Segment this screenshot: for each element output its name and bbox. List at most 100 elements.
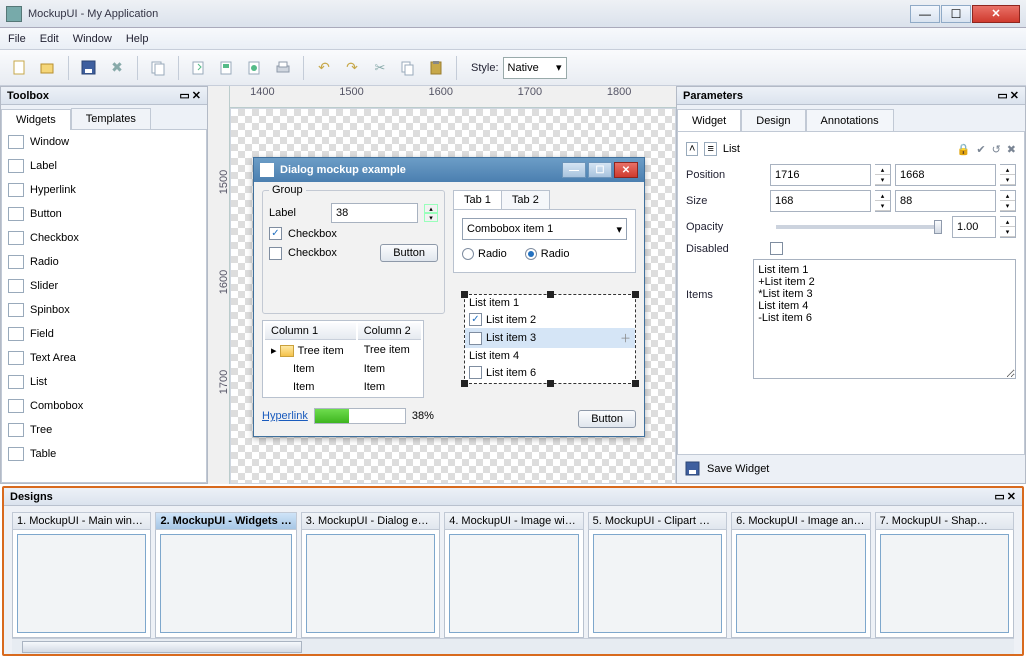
panel-close-icon[interactable]: ✕ [1010,89,1019,102]
widget-checkbox[interactable]: Checkbox [2,226,206,250]
widget-tree[interactable]: Tree [2,418,206,442]
widget-radio[interactable]: Radio [2,250,206,274]
spinbox-buttons[interactable]: ▴▾ [424,204,438,222]
design-thumb[interactable]: 2. MockupUI - Widgets … [155,512,296,638]
horizontal-scrollbar[interactable] [12,638,1014,654]
list-item[interactable]: List item 4 [465,348,635,364]
opacity-field[interactable]: 1.00 [952,216,996,238]
hyperlink[interactable]: Hyperlink [262,410,308,422]
save-icon[interactable] [77,56,101,80]
copy-page-icon[interactable] [146,56,170,80]
design-thumb[interactable]: 7. MockupUI - Shap… [875,512,1014,638]
group-button[interactable]: Button [380,244,438,262]
export-2-icon[interactable] [215,56,239,80]
menu-edit[interactable]: Edit [40,33,59,45]
opacity-spin[interactable]: ▴▾ [1000,216,1016,238]
items-textarea[interactable] [753,259,1016,379]
tab-widgets[interactable]: Widgets [1,109,71,130]
widget-label[interactable]: Label [2,154,206,178]
undock-icon[interactable]: ▭ [994,490,1004,503]
list-item[interactable]: List item 6 [465,364,635,381]
position-y-field[interactable]: 1668 [895,164,996,186]
tab-templates[interactable]: Templates [71,108,151,129]
tab-2[interactable]: Tab 2 [501,190,550,209]
dialog-mockup[interactable]: Dialog mockup example — ☐ ✕ Group Label [253,157,645,437]
design-thumb[interactable]: 6. MockupUI - Image an… [731,512,870,638]
dialog-min-icon[interactable]: — [562,162,586,178]
size-w-field[interactable]: 168 [770,190,871,212]
undock-icon[interactable]: ▭ [179,89,189,102]
save-widget-button[interactable]: Save Widget [707,463,769,475]
cut-icon[interactable]: ✂ [368,56,392,80]
maximize-button[interactable]: ☐ [941,5,971,23]
tab-design[interactable]: Design [741,109,805,131]
tab-1[interactable]: Tab 1 [453,190,502,209]
widget-type-label: List [723,143,740,155]
widget-slider[interactable]: Slider [2,274,206,298]
canvas[interactable]: Dialog mockup example — ☐ ✕ Group Label [230,108,676,484]
position-x-field[interactable]: 1716 [770,164,871,186]
delete-icon[interactable]: ✖ [105,56,129,80]
style-select[interactable]: Native ▾ [503,57,567,79]
selected-listbox[interactable]: List item 1 ✓List item 2 List item 3＋ Li… [464,294,636,384]
design-thumb[interactable]: 5. MockupUI - Clipart … [588,512,727,638]
disabled-checkbox[interactable] [770,242,783,255]
print-icon[interactable] [271,56,295,80]
minimize-button[interactable]: — [910,5,940,23]
radio-1[interactable] [462,248,474,260]
opacity-slider[interactable] [776,225,942,229]
dialog-max-icon[interactable]: ☐ [588,162,612,178]
undo-icon[interactable]: ↶ [312,56,336,80]
size-h-spin[interactable]: ▴▾ [1000,190,1016,212]
widget-list[interactable]: List [2,370,206,394]
size-h-field[interactable]: 88 [895,190,996,212]
copy-icon[interactable] [396,56,420,80]
new-icon[interactable] [8,56,32,80]
lock-icon[interactable]: 🔒 [957,143,971,156]
list-item[interactable]: ✓List item 2 [465,311,635,328]
dialog-button[interactable]: Button [578,410,636,428]
undock-icon[interactable]: ▭ [997,89,1007,102]
expand-icon[interactable]: ˄ [686,142,698,156]
widget-button[interactable]: Button [2,202,206,226]
spinbox-field[interactable]: 38 [331,203,418,223]
tab-widget[interactable]: Widget [677,109,741,131]
reset-icon[interactable]: ↺ [992,143,1001,156]
widget-field[interactable]: Field [2,322,206,346]
dialog-titlebar[interactable]: Dialog mockup example — ☐ ✕ [254,158,644,182]
list-item[interactable]: List item 3＋ [465,328,635,348]
export-3-icon[interactable] [243,56,267,80]
checkbox-1[interactable]: ✓ [269,227,282,240]
widget-spinbox[interactable]: Spinbox [2,298,206,322]
widget-hyperlink[interactable]: Hyperlink [2,178,206,202]
widget-combobox[interactable]: Combobox [2,394,206,418]
radio-2[interactable] [525,248,537,260]
open-icon[interactable] [36,56,60,80]
panel-close-icon[interactable]: ✕ [192,89,201,102]
menu-help[interactable]: Help [126,33,149,45]
widget-list[interactable]: WindowLabelHyperlinkButtonCheckboxRadioS… [1,129,207,483]
position-x-spin[interactable]: ▴▾ [875,164,891,186]
tree-table[interactable]: Column 1Column 2 ▸ Tree itemTree item It… [262,320,424,398]
design-thumb[interactable]: 4. MockupUI - Image wi… [444,512,583,638]
widget-window[interactable]: Window [2,130,206,154]
check-icon[interactable]: ✔ [976,143,985,156]
checkbox-2[interactable] [269,247,282,260]
menu-file[interactable]: File [8,33,26,45]
design-thumb[interactable]: 1. MockupUI - Main win… [12,512,151,638]
size-w-spin[interactable]: ▴▾ [875,190,891,212]
widget-table[interactable]: Table [2,442,206,466]
close-button[interactable]: ✕ [972,5,1020,23]
tab-annotations[interactable]: Annotations [806,109,894,131]
combobox[interactable]: Combobox item 1▾ [462,218,627,240]
design-thumb[interactable]: 3. MockupUI - Dialog e… [301,512,440,638]
dialog-close-icon[interactable]: ✕ [614,162,638,178]
position-y-spin[interactable]: ▴▾ [1000,164,1016,186]
export-1-icon[interactable] [187,56,211,80]
menu-window[interactable]: Window [73,33,112,45]
paste-icon[interactable] [424,56,448,80]
redo-icon[interactable]: ↷ [340,56,364,80]
panel-close-icon[interactable]: ✕ [1007,490,1016,503]
delete-icon[interactable]: ✖ [1007,143,1016,156]
widget-text-area[interactable]: Text Area [2,346,206,370]
